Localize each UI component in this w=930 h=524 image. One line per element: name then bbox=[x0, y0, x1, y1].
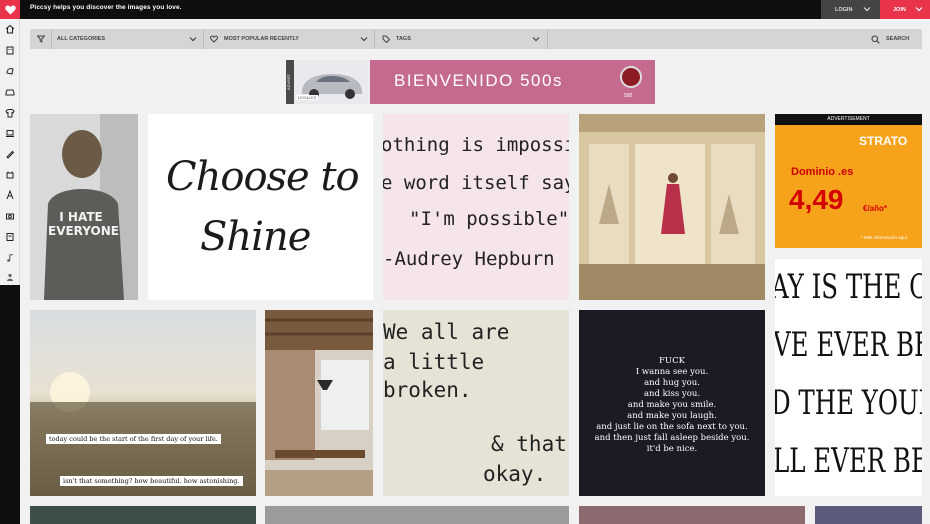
typography-icon[interactable] bbox=[4, 189, 16, 201]
quote-line3: D THE YOUNGES bbox=[775, 383, 922, 423]
poem-line: and make you smile. bbox=[627, 400, 717, 410]
animal-icon[interactable] bbox=[4, 65, 16, 77]
image-tile[interactable] bbox=[579, 114, 765, 300]
poem-line: and hug you. bbox=[644, 378, 700, 388]
image-tile[interactable]: FUCK I wanna see you. and hug you. and k… bbox=[579, 310, 765, 496]
poem-text: FUCK I wanna see you. and hug you. and k… bbox=[579, 356, 765, 455]
people-icon[interactable] bbox=[4, 271, 16, 283]
strato-logo: STRATO bbox=[859, 134, 908, 148]
sort-dropdown[interactable]: MOST POPULAR RECENTLY bbox=[210, 29, 370, 49]
tags-dropdown[interactable]: TAGS bbox=[382, 29, 542, 49]
quote-line2: a little bbox=[383, 350, 485, 374]
filter-bar: ALL CATEGORIES MOST POPULAR RECENTLY TAG… bbox=[30, 29, 922, 49]
poem-line: it'd be nice. bbox=[646, 444, 698, 454]
fiat-logo bbox=[620, 66, 642, 88]
quote-line1: We all are bbox=[383, 320, 510, 344]
divider bbox=[51, 29, 52, 49]
search-button[interactable]: SEARCH bbox=[871, 29, 909, 49]
category-dropdown[interactable]: ALL CATEGORIES bbox=[57, 29, 197, 49]
pencil-icon[interactable] bbox=[4, 148, 16, 160]
tags-dropdown-label: TAGS bbox=[396, 36, 411, 42]
food-icon[interactable] bbox=[4, 169, 16, 181]
divider bbox=[547, 29, 548, 49]
side-advert[interactable]: ADVERTISEMENT STRATO Dominio .es 4,49 €/… bbox=[775, 114, 922, 248]
quote-line4: LL EVER BE AG bbox=[775, 441, 922, 481]
quote-line1: AY IS THE OLDE bbox=[775, 267, 922, 307]
advert-label: ADVERT bbox=[286, 60, 294, 104]
quote-line2: VE EVER BEEN bbox=[775, 325, 922, 365]
poem-line: and make you laugh. bbox=[627, 411, 717, 421]
building-icon[interactable] bbox=[4, 44, 16, 56]
camera-icon[interactable] bbox=[4, 210, 16, 222]
image-tile[interactable]: Choose to Shine bbox=[148, 114, 373, 300]
quote-line2: e word itself says bbox=[383, 172, 569, 194]
chevron-down-icon bbox=[532, 37, 540, 42]
chevron-down-icon bbox=[360, 37, 368, 42]
music-icon[interactable] bbox=[4, 252, 16, 264]
heart-outline-icon bbox=[210, 35, 218, 43]
chevron-down-icon bbox=[189, 37, 197, 42]
price-label: 4,49 bbox=[789, 184, 844, 215]
image-tile[interactable]: today could be the start of the first da… bbox=[30, 310, 256, 496]
sort-dropdown-label: MOST POPULAR RECENTLY bbox=[224, 36, 299, 42]
piccsy-logo[interactable] bbox=[0, 0, 20, 19]
divider bbox=[203, 29, 204, 49]
chevron-down-icon bbox=[863, 7, 871, 12]
more-info-link[interactable]: * Más información aquí bbox=[861, 235, 907, 240]
search-icon bbox=[871, 34, 880, 44]
image-tile[interactable] bbox=[265, 310, 373, 496]
join-label: JOIN bbox=[893, 6, 906, 13]
image-caption-line1: Choose to bbox=[166, 154, 360, 200]
image-tile[interactable]: We all are a little broken. & that okay. bbox=[383, 310, 569, 496]
banner-advert[interactable]: ADVERT LEGALES BIENVENIDO 500s 500 bbox=[286, 60, 655, 104]
poem-line: and then just fall asleep beside you. bbox=[594, 433, 750, 443]
site-tagline: Piccsy helps you discover the images you… bbox=[30, 4, 182, 11]
image-tile[interactable] bbox=[30, 506, 256, 524]
price-unit: €/año* bbox=[863, 204, 888, 213]
quote-line4: & that bbox=[491, 432, 567, 456]
filter-toggle[interactable] bbox=[37, 29, 45, 49]
poem-line: and just lie on the sofa next to you. bbox=[596, 422, 748, 432]
quote-line3: "I'm possible" bbox=[409, 208, 569, 230]
poem-line: and kiss you. bbox=[643, 389, 701, 399]
caption-strip: isn't that something? how beautiful. how… bbox=[60, 476, 243, 486]
tag-icon bbox=[382, 35, 390, 43]
advertisement-label: ADVERTISEMENT bbox=[775, 114, 922, 125]
chevron-down-icon bbox=[915, 7, 923, 12]
image-tile[interactable]: AY IS THE OLDE VE EVER BEEN D THE YOUNGE… bbox=[775, 259, 922, 496]
quote-line4: -Audrey Hepburn bbox=[383, 248, 555, 270]
image-tile[interactable] bbox=[579, 506, 805, 524]
caption-strip: today could be the start of the first da… bbox=[46, 434, 221, 444]
quote-line5: okay. bbox=[483, 462, 547, 486]
divider bbox=[374, 29, 375, 49]
category-dropdown-label: ALL CATEGORIES bbox=[57, 36, 106, 42]
login-button[interactable]: LOGIN bbox=[821, 0, 880, 19]
car-icon[interactable] bbox=[4, 86, 16, 98]
book-icon[interactable] bbox=[4, 231, 16, 243]
image-caption: I HATE EVERYONE bbox=[48, 210, 119, 238]
image-tile[interactable] bbox=[265, 506, 569, 524]
quote-line3: broken. bbox=[383, 378, 472, 402]
image-tile[interactable] bbox=[815, 506, 922, 524]
poem-line: I wanna see you. bbox=[635, 367, 709, 377]
top-bar: Piccsy helps you discover the images you… bbox=[0, 0, 930, 19]
funnel-icon bbox=[37, 35, 45, 43]
image-tile[interactable]: othing is impossible e word itself says … bbox=[383, 114, 569, 300]
heart-icon bbox=[4, 5, 16, 14]
join-button[interactable]: JOIN bbox=[880, 0, 930, 19]
category-sidebar bbox=[0, 19, 20, 524]
search-label: SEARCH bbox=[886, 36, 910, 42]
poem-line: FUCK bbox=[659, 356, 685, 366]
image-tile[interactable]: I HATE EVERYONE bbox=[30, 114, 138, 300]
fiat-model-label: 500 bbox=[624, 93, 633, 99]
legales-label: LEGALES bbox=[296, 95, 319, 100]
laptop-icon[interactable] bbox=[4, 127, 16, 139]
dominio-label: Dominio .es bbox=[791, 166, 854, 178]
image-caption-line2: Shine bbox=[200, 214, 311, 260]
banner-slogan: BIENVENIDO 500s bbox=[394, 71, 563, 90]
login-label: LOGIN bbox=[835, 6, 853, 13]
shirt-icon[interactable] bbox=[4, 107, 16, 119]
quote-line1: othing is impossible bbox=[383, 134, 569, 156]
home-icon[interactable] bbox=[4, 23, 16, 35]
